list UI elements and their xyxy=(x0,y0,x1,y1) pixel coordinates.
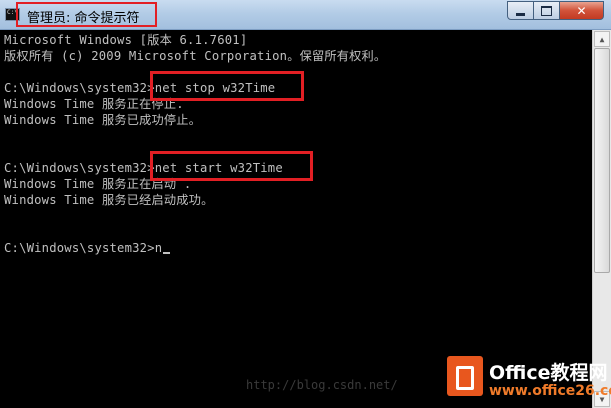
maximize-button[interactable] xyxy=(534,1,560,20)
vertical-scrollbar[interactable]: ▲ ▼ xyxy=(592,30,611,408)
scrollbar-thumb[interactable] xyxy=(594,48,610,273)
brand-url: www.office26.com xyxy=(489,383,611,399)
close-icon: ✕ xyxy=(576,3,587,18)
net-stop-highlight-box xyxy=(150,71,304,101)
minimize-icon xyxy=(516,12,525,16)
scroll-up-arrow-icon[interactable]: ▲ xyxy=(594,31,610,47)
maximize-icon xyxy=(541,5,552,16)
console-output[interactable]: Microsoft Windows [版本 6.1.7601] 版权所有 (c)… xyxy=(0,30,592,408)
title-bar[interactable]: C:\ 管理员: 命令提示符 ✕ xyxy=(0,0,611,30)
brand-name: Office教程网 xyxy=(489,362,608,384)
console-line: Microsoft Windows [版本 6.1.7601] xyxy=(4,33,248,47)
net-start-highlight-box xyxy=(150,151,313,181)
office-logo-icon xyxy=(447,356,483,396)
console-line: 版权所有 (c) 2009 Microsoft Corporation。保留所有… xyxy=(4,49,387,63)
console-line: Windows Time 服务已成功停止。 xyxy=(4,113,202,127)
title-highlight-box xyxy=(16,2,157,27)
brand-watermark: Office教程网 www.office26.com xyxy=(443,354,611,408)
close-button[interactable]: ✕ xyxy=(560,1,604,20)
console-prompt-text: C:\Windows\system32>n xyxy=(4,241,163,255)
console-line: Windows Time 服务已经启动成功。 xyxy=(4,193,214,207)
minimize-button[interactable] xyxy=(507,1,534,20)
window-controls: ✕ xyxy=(507,1,604,21)
url-watermark: http://blog.csdn.net/ xyxy=(246,378,398,392)
console-prompt-line[interactable]: C:\Windows\system32>n xyxy=(4,240,171,256)
text-cursor xyxy=(163,252,171,254)
